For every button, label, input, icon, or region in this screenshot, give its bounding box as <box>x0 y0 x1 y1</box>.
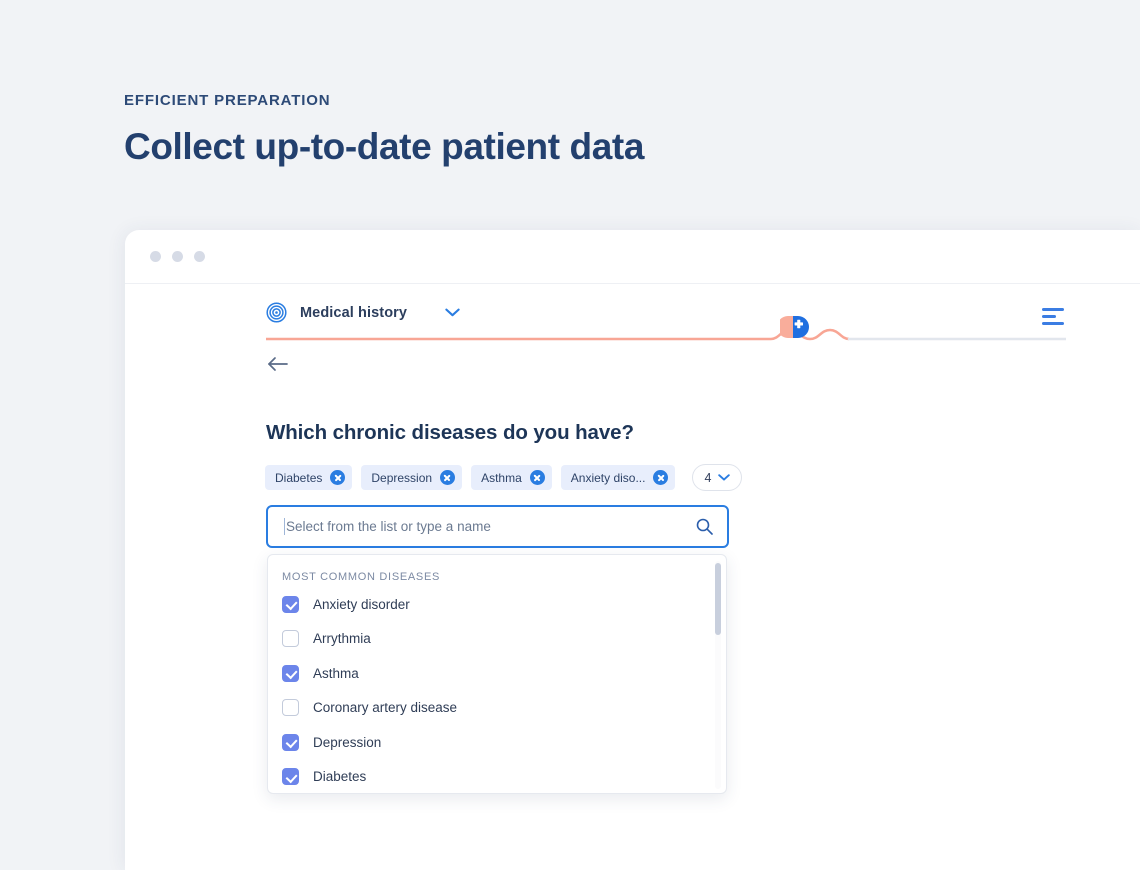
option-anxiety-disorder[interactable]: Anxiety disorder <box>268 587 726 622</box>
search-input[interactable] <box>286 519 696 534</box>
hamburger-bar-bottom <box>1042 322 1064 325</box>
checkbox-checked-icon[interactable] <box>282 733 299 751</box>
dropdown-group-label: MOST COMMON DISEASES <box>282 571 441 583</box>
hamburger-bar-middle <box>1042 315 1056 318</box>
checkbox-unchecked-icon[interactable] <box>282 630 299 648</box>
option-label: Arrythmia <box>313 631 371 647</box>
option-coronary-artery-disease[interactable]: Coronary artery disease <box>268 691 726 726</box>
progress-indicator <box>264 316 1068 348</box>
hamburger-bar-top <box>1042 308 1064 311</box>
chip-label: Depression <box>371 470 433 485</box>
search-icon[interactable] <box>696 518 713 535</box>
text-cursor <box>284 518 285 535</box>
app-window: Medical history Which chronic diseases d… <box>125 230 1140 870</box>
chip-anxiety-disorder[interactable]: Anxiety diso... <box>560 465 676 490</box>
page-title: Collect up-to-date patient data <box>124 126 644 167</box>
chip-depression[interactable]: Depression <box>361 465 463 490</box>
option-label: Depression <box>313 734 382 750</box>
dropdown-scrollbar-thumb[interactable] <box>715 563 721 635</box>
target-icon <box>266 302 287 323</box>
chevron-down-icon <box>718 474 731 481</box>
checkbox-unchecked-icon[interactable] <box>282 699 299 717</box>
chip-label: Diabetes <box>275 470 323 485</box>
dropdown-scrollbar-track[interactable] <box>715 561 721 789</box>
page-heading-block: EFFICIENT PREPARATION Collect up-to-date… <box>124 92 644 168</box>
window-dot-maximize[interactable] <box>194 251 205 262</box>
checkbox-checked-icon[interactable] <box>282 768 299 786</box>
chip-diabetes[interactable]: Diabetes <box>265 465 353 490</box>
disease-options-dropdown: MOST COMMON DISEASES Anxiety disorder Ar… <box>267 554 727 794</box>
close-circle-icon[interactable] <box>529 470 545 485</box>
option-label: Coronary artery disease <box>313 700 458 716</box>
brand-label: Medical history <box>300 304 408 321</box>
option-arrythmia[interactable]: Arrythmia <box>268 622 726 657</box>
progress-wave-line <box>264 328 1068 341</box>
option-label: Anxiety disorder <box>313 596 410 612</box>
hamburger-menu-icon[interactable] <box>1042 308 1064 325</box>
back-arrow-icon[interactable] <box>267 356 288 372</box>
close-circle-icon[interactable] <box>440 470 456 485</box>
checkbox-checked-icon[interactable] <box>282 595 299 613</box>
medical-history-dropdown[interactable]: Medical history <box>266 302 407 323</box>
close-circle-icon[interactable] <box>653 470 669 485</box>
pill-capsule-icon <box>780 316 809 338</box>
disease-search-field[interactable] <box>266 505 729 548</box>
window-dot-close[interactable] <box>150 251 161 262</box>
option-label: Asthma <box>313 665 359 681</box>
window-dot-minimize[interactable] <box>172 251 183 262</box>
chip-asthma[interactable]: Asthma <box>471 465 552 490</box>
chevron-down-icon[interactable] <box>445 308 460 317</box>
option-label: Diabetes <box>313 769 367 785</box>
option-depression[interactable]: Depression <box>268 725 726 760</box>
chip-label: Anxiety diso... <box>570 470 646 485</box>
option-asthma[interactable]: Asthma <box>268 656 726 691</box>
checkbox-checked-icon[interactable] <box>282 664 299 682</box>
close-circle-icon[interactable] <box>330 470 346 485</box>
selected-count-value: 4 <box>704 470 712 485</box>
option-diabetes[interactable]: Diabetes <box>268 760 726 794</box>
page-eyebrow: EFFICIENT PREPARATION <box>124 92 331 109</box>
chip-label: Asthma <box>481 470 522 485</box>
window-titlebar <box>125 230 1140 284</box>
selected-chips-row: Diabetes Depression Asthma Anxiety diso.… <box>265 464 743 491</box>
selected-count-dropdown[interactable]: 4 <box>692 464 743 491</box>
question-title: Which chronic diseases do you have? <box>266 421 634 444</box>
